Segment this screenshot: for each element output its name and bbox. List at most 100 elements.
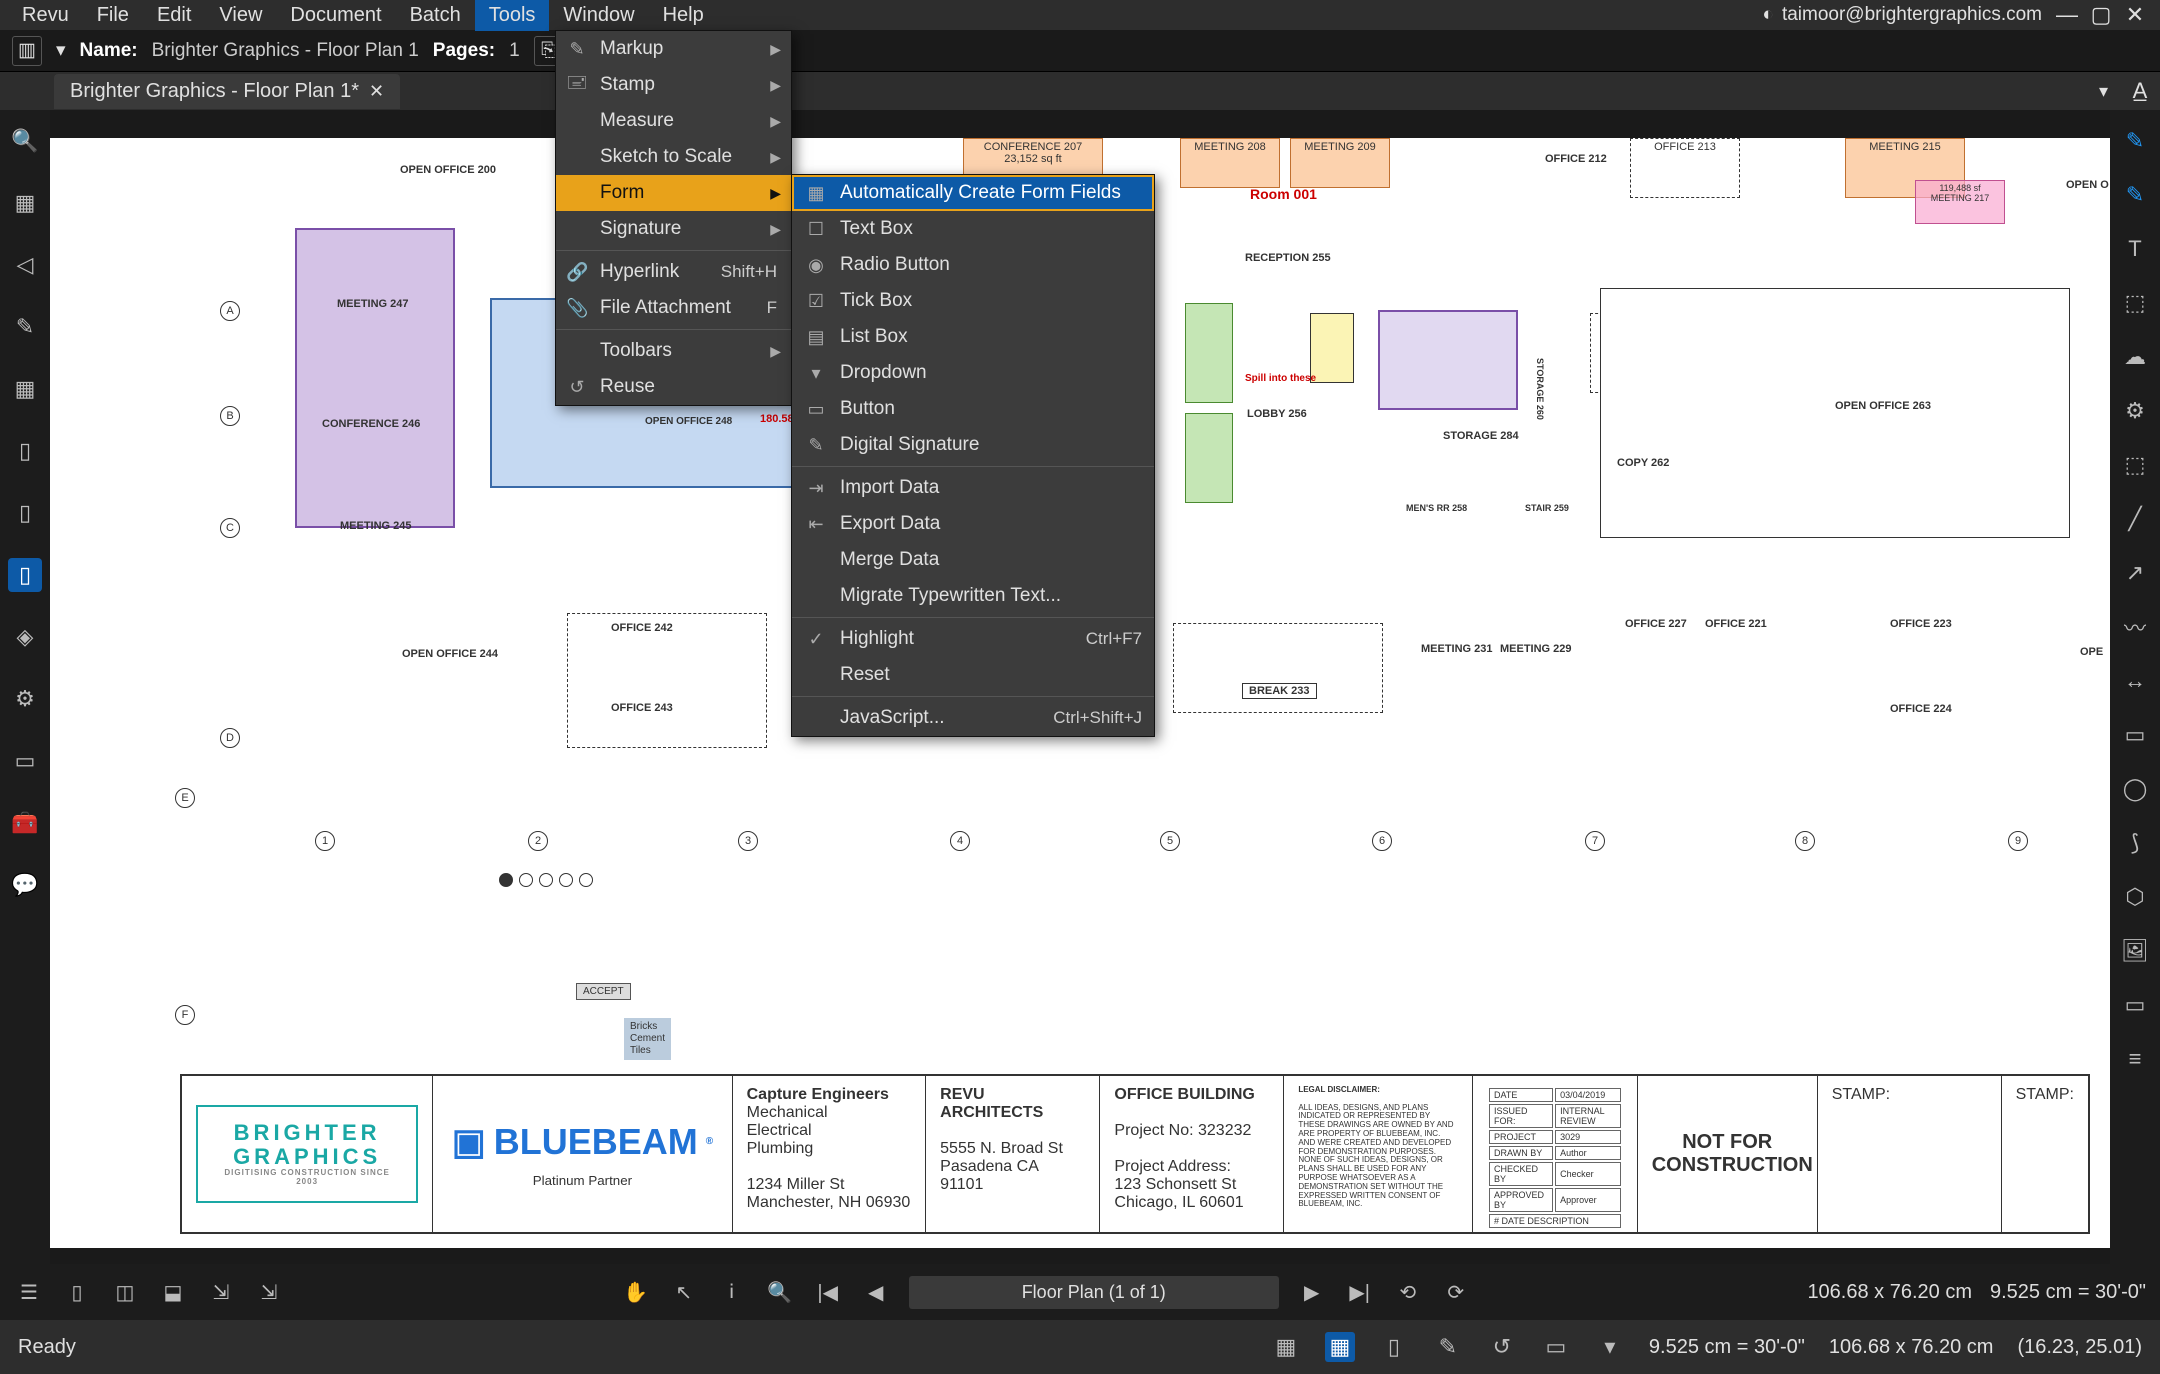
menu-help[interactable]: Help [649, 0, 718, 31]
page-icon[interactable]: ▯ [8, 434, 42, 468]
window-maximize[interactable]: ▢ [2084, 2, 2118, 28]
snap-content-icon[interactable]: ▯ [1379, 1332, 1409, 1362]
polyshape-tool-icon[interactable]: ⬡ [2118, 880, 2152, 914]
forms-panel-icon[interactable]: ▯ [8, 558, 42, 592]
search-icon[interactable]: 🔍 [8, 124, 42, 158]
tools-menu-measure[interactable]: Measure▶ [556, 103, 791, 139]
page-size[interactable]: 106.68 x 76.20 cm [1807, 1281, 1972, 1304]
form-menu-tick-box[interactable]: ☑Tick Box [792, 283, 1154, 319]
form-menu-button[interactable]: ▭Button [792, 391, 1154, 427]
window-minimize[interactable]: — [2050, 2, 2084, 28]
tools-menu-signature[interactable]: Signature▶ [556, 211, 791, 247]
split-vert-icon[interactable]: ◫ [110, 1277, 140, 1307]
user-email[interactable]: ◐ taimoor@brightergraphics.com [1754, 4, 2050, 26]
next-view-icon[interactable]: ⟳ [1441, 1277, 1471, 1307]
zoom-tool-icon[interactable]: 🔍 [765, 1277, 795, 1307]
menu-document[interactable]: Document [276, 0, 395, 31]
cloud-tool-icon[interactable]: ☁ [2118, 340, 2152, 374]
pen-tool-icon[interactable]: ✎ [2118, 124, 2152, 158]
dropdown-caret-icon[interactable]: ▾ [56, 39, 66, 62]
menu-edit[interactable]: Edit [143, 0, 205, 31]
sync-toggle-icon[interactable]: ▭ [1541, 1332, 1571, 1362]
snap-toggle-icon[interactable]: ▦ [1325, 1332, 1355, 1362]
form-menu-javascript-[interactable]: JavaScript...Ctrl+Shift+J [792, 700, 1154, 736]
tools-menu-stamp[interactable]: 🖃Stamp▶ [556, 67, 791, 103]
toolchest-icon[interactable]: 🧰 [8, 806, 42, 840]
first-page-icon[interactable]: |◀ [813, 1277, 843, 1307]
form-menu-reset[interactable]: Reset [792, 657, 1154, 693]
bookmarks-icon[interactable]: ◁ [8, 248, 42, 282]
form-menu-radio-button[interactable]: ◉Radio Button [792, 247, 1154, 283]
single-page-icon[interactable]: ▯ [62, 1277, 92, 1307]
prev-page-icon[interactable]: ◀ [861, 1277, 891, 1307]
status-scale-1[interactable]: 9.525 cm = 30'-0" [1649, 1336, 1805, 1359]
tools-menu-markup[interactable]: ✎Markup▶ [556, 31, 791, 67]
chat-icon[interactable]: 💬 [8, 868, 42, 902]
thumbnails-icon[interactable]: ▦ [8, 186, 42, 220]
form-menu-highlight[interactable]: ✓HighlightCtrl+F7 [792, 621, 1154, 657]
menu-revu[interactable]: Revu [8, 0, 83, 31]
gear-tool-icon[interactable]: ⚙ [2118, 394, 2152, 428]
pan-tool-icon[interactable]: ✋ [621, 1277, 651, 1307]
line-tool-icon[interactable]: ╱ [2118, 502, 2152, 536]
crop-tool-icon[interactable]: ⬚ [2118, 448, 2152, 482]
text-tool-icon[interactable]: T [2118, 232, 2152, 266]
arc-tool-icon[interactable]: ⟆ [2118, 826, 2152, 860]
snapshot-tool-icon[interactable]: ≡ [2118, 1042, 2152, 1076]
tools-menu-reuse[interactable]: ↺Reuse [556, 369, 791, 405]
settings-gear-icon[interactable]: ⚙ [8, 682, 42, 716]
prev-view-icon[interactable]: ⟲ [1393, 1277, 1423, 1307]
menu-window[interactable]: Window [549, 0, 648, 31]
grid-toggle-icon[interactable]: ▦ [1271, 1332, 1301, 1362]
form-menu-merge-data[interactable]: Merge Data [792, 542, 1154, 578]
tools-menu-toolbars[interactable]: Toolbars▶ [556, 333, 791, 369]
tools-menu-form[interactable]: Form▶ [556, 175, 791, 211]
form-menu-digital-signature[interactable]: ✎Digital Signature [792, 427, 1154, 463]
form-menu-import-data[interactable]: ⇥Import Data [792, 470, 1154, 506]
snap-markup-icon[interactable]: ✎ [1433, 1332, 1463, 1362]
next-page-icon[interactable]: ▶ [1297, 1277, 1327, 1307]
page-scale[interactable]: 9.525 cm = 30'-0" [1990, 1281, 2146, 1304]
ellipse-tool-icon[interactable]: ◯ [2118, 772, 2152, 806]
sets-icon[interactable]: ▭ [8, 744, 42, 778]
form-menu-list-box[interactable]: ▤List Box [792, 319, 1154, 355]
tools-menu-hyperlink[interactable]: 🔗HyperlinkShift+H [556, 254, 791, 290]
reuse-toggle-icon[interactable]: ↺ [1487, 1332, 1517, 1362]
form-menu-automatically-create-form-fields[interactable]: ▦Automatically Create Form Fields [792, 175, 1154, 211]
tools-menu-file-attachment[interactable]: 📎File AttachmentF [556, 290, 791, 326]
tab-overflow-button[interactable]: ▾ [2099, 81, 2120, 102]
menu-tools[interactable]: Tools [475, 0, 550, 31]
flag-icon[interactable]: ▯ [8, 496, 42, 530]
form-menu-migrate-typewritten-text-[interactable]: Migrate Typewritten Text... [792, 578, 1154, 614]
last-page-icon[interactable]: ▶| [1345, 1277, 1375, 1307]
rectangle-tool-icon[interactable]: ▭ [2118, 718, 2152, 752]
more-status-icon[interactable]: ▾ [1595, 1332, 1625, 1362]
split-horiz-icon[interactable]: ⬓ [158, 1277, 188, 1307]
status-scale-2[interactable]: 106.68 x 76.20 cm [1829, 1336, 1994, 1359]
form-menu-dropdown[interactable]: ▾Dropdown [792, 355, 1154, 391]
callout-tool-icon[interactable]: ⬚ [2118, 286, 2152, 320]
dimension-tool-icon[interactable]: ↔ [2118, 664, 2152, 698]
menu-file[interactable]: File [83, 0, 143, 31]
select-tool-icon[interactable]: ↖ [669, 1277, 699, 1307]
right-panel-toggle[interactable]: A̲ [2120, 78, 2160, 104]
grid-icon[interactable]: ▦ [8, 372, 42, 406]
polyline-tool-icon[interactable]: 〰 [2118, 610, 2152, 644]
text-select-icon[interactable]: Ꭵ [717, 1277, 747, 1307]
tools-menu-sketch-to-scale[interactable]: Sketch to Scale▶ [556, 139, 791, 175]
window-close[interactable]: ✕ [2118, 2, 2152, 28]
highlighter-tool-icon[interactable]: ✎ [2118, 178, 2152, 212]
multiview-icon[interactable]: ⇲ [254, 1277, 284, 1307]
menu-view[interactable]: View [205, 0, 276, 31]
form-menu-text-box[interactable]: ☐Text Box [792, 211, 1154, 247]
form-menu-export-data[interactable]: ⇤Export Data [792, 506, 1154, 542]
document-tab[interactable]: Brighter Graphics - Floor Plan 1* ✕ [54, 74, 400, 109]
arrow-tool-icon[interactable]: ↗ [2118, 556, 2152, 590]
panel-list-icon[interactable]: ☰ [14, 1277, 44, 1307]
page-name-field[interactable]: Floor Plan (1 of 1) [909, 1276, 1279, 1309]
layers-icon[interactable]: ◈ [8, 620, 42, 654]
menu-batch[interactable]: Batch [396, 0, 475, 31]
unsplit-icon[interactable]: ⇲ [206, 1277, 236, 1307]
tab-close-icon[interactable]: ✕ [369, 81, 384, 102]
measure-icon[interactable]: ✎ [8, 310, 42, 344]
